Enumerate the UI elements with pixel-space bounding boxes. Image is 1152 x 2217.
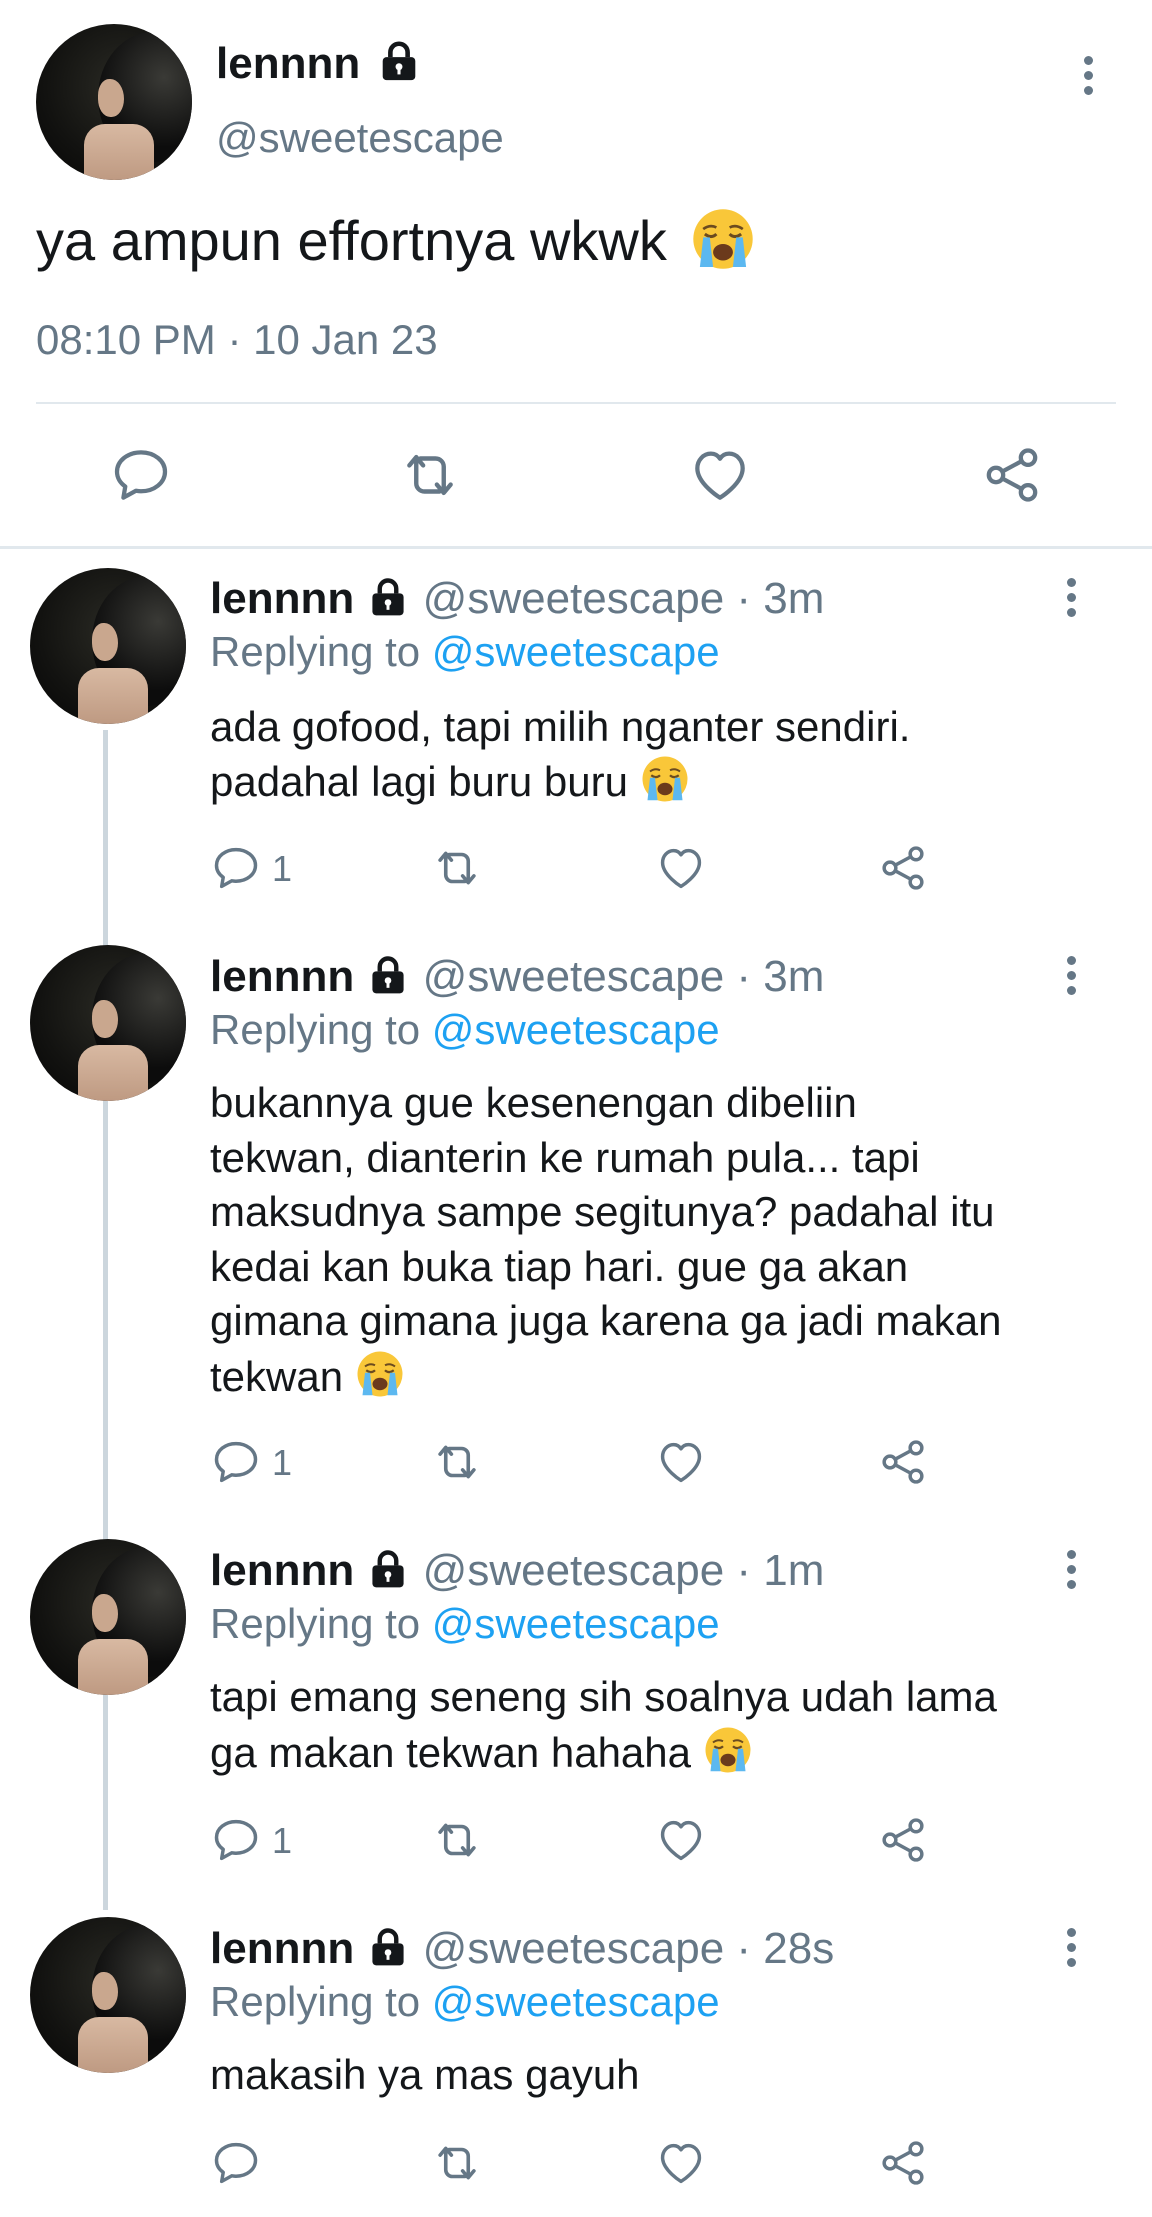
display-name[interactable]: lennnn [216, 39, 360, 88]
relative-time: · 1m [736, 1546, 825, 1595]
replying-to-link[interactable]: @sweetescape [432, 1978, 720, 2025]
replying-to-link[interactable]: @sweetescape [432, 1600, 720, 1647]
lock-icon [366, 953, 410, 997]
lock-icon [366, 1547, 410, 1591]
handle[interactable]: @sweetescape [423, 1546, 725, 1595]
more-icon[interactable] [1082, 56, 1094, 101]
like-icon[interactable] [655, 1436, 707, 1488]
replying-to-link[interactable]: @sweetescape [432, 628, 720, 675]
like-icon[interactable] [688, 443, 752, 507]
main-tweet-text: ya ampun effortnya wkwk [36, 206, 756, 273]
retweet-icon[interactable] [430, 2136, 484, 2190]
reply-header: lennnn @sweetescape · 3m [210, 952, 824, 1002]
divider [0, 546, 1152, 549]
retweet-icon[interactable] [397, 442, 463, 508]
lock-icon [366, 1925, 410, 1969]
share-icon[interactable] [877, 1436, 929, 1488]
relative-time: · 3m [736, 952, 825, 1001]
relative-time: · 28s [736, 1924, 835, 1973]
reply-count: 1 [272, 1820, 293, 1861]
replying-to: Replying to @sweetescape [210, 628, 720, 675]
retweet-icon[interactable] [430, 841, 484, 895]
handle[interactable]: @sweetescape [216, 114, 504, 162]
crying-face-emoji [640, 754, 690, 804]
divider [36, 402, 1116, 404]
handle[interactable]: @sweetescape [423, 574, 725, 623]
thread-line [103, 730, 108, 1910]
avatar[interactable] [30, 568, 186, 724]
main-tweet-header: lennnn [216, 38, 422, 89]
retweet-icon[interactable] [430, 1813, 484, 1867]
like-icon[interactable] [655, 2137, 707, 2189]
display-name[interactable]: lennnn [210, 1546, 354, 1595]
share-icon[interactable] [980, 443, 1044, 507]
like-icon[interactable] [655, 1814, 707, 1866]
more-icon[interactable] [1065, 1928, 1077, 1973]
share-icon[interactable] [877, 842, 929, 894]
reply-text: makasih ya mas gayuh [210, 2051, 640, 2098]
reply-count: 1 [272, 1442, 293, 1483]
handle[interactable]: @sweetescape [423, 952, 725, 1001]
avatar[interactable] [30, 1539, 186, 1695]
lock-icon [376, 38, 422, 84]
avatar[interactable] [30, 945, 186, 1101]
avatar[interactable] [36, 24, 192, 180]
reply-text: bukannya gue kesenengan dibeliin tekwan,… [210, 1079, 1002, 1400]
display-name[interactable]: lennnn [210, 952, 354, 1001]
display-name[interactable]: lennnn [210, 1924, 354, 1973]
handle[interactable]: @sweetescape [423, 1924, 725, 1973]
reply-icon[interactable] [210, 842, 262, 894]
reply-icon[interactable] [109, 443, 173, 507]
reply-text: tapi emang seneng sih soalnya udah lama … [210, 1673, 997, 1776]
more-icon[interactable] [1065, 1550, 1077, 1595]
reply-icon[interactable] [210, 1814, 262, 1866]
reply-text: ada gofood, tapi milih nganter sendiri. … [210, 703, 911, 805]
like-icon[interactable] [655, 842, 707, 894]
replying-to: Replying to @sweetescape [210, 1600, 720, 1647]
lock-icon [366, 575, 410, 619]
reply-header: lennnn @sweetescape · 1m [210, 1546, 824, 1596]
more-icon[interactable] [1065, 956, 1077, 1001]
crying-face-emoji [355, 1349, 405, 1399]
more-icon[interactable] [1065, 578, 1077, 623]
crying-face-emoji [690, 206, 756, 272]
replying-to: Replying to @sweetescape [210, 1978, 720, 2025]
share-icon[interactable] [877, 2137, 929, 2189]
reply-header: lennnn @sweetescape · 28s [210, 1924, 834, 1974]
replying-to-link[interactable]: @sweetescape [432, 1006, 720, 1053]
timestamp: 08:10 PM · 10 Jan 23 [36, 316, 438, 363]
reply-icon[interactable] [210, 1436, 262, 1488]
crying-face-emoji [703, 1725, 753, 1775]
reply-icon[interactable] [210, 2137, 262, 2189]
avatar[interactable] [30, 1917, 186, 2073]
share-icon[interactable] [877, 1814, 929, 1866]
retweet-icon[interactable] [430, 1435, 484, 1489]
reply-count: 1 [272, 848, 293, 889]
reply-header: lennnn @sweetescape · 3m [210, 574, 824, 624]
display-name[interactable]: lennnn [210, 574, 354, 623]
replying-to: Replying to @sweetescape [210, 1006, 720, 1053]
relative-time: · 3m [736, 574, 825, 623]
